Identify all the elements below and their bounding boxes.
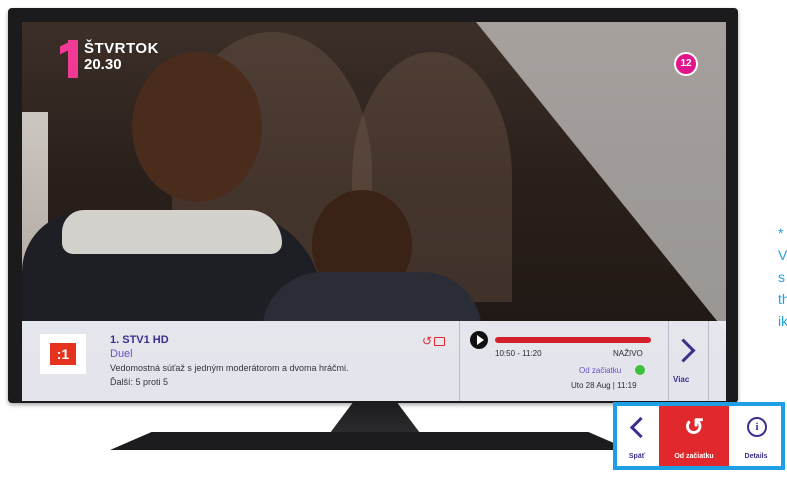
playback-progress-bar[interactable]: [495, 337, 651, 343]
remote-action-panel: Späť ↺ Od začiatku i Details: [613, 402, 785, 470]
divider: [668, 321, 669, 401]
time-range: 10:50 - 11:20: [495, 349, 542, 358]
info-icon: i: [747, 417, 767, 437]
restart-mini-icon: ↺: [422, 334, 433, 348]
side-note-line: s: [778, 269, 785, 285]
details-button[interactable]: i Details: [731, 406, 781, 466]
channel-name: 1. STV1 HD: [110, 334, 169, 346]
side-note-line: ik: [778, 313, 787, 329]
live-label: NAŽIVO: [613, 349, 643, 358]
tv-stand-base: [110, 432, 630, 450]
channel-logo-mark: :1: [50, 343, 76, 365]
side-note-line: th: [778, 291, 787, 307]
tv-screen: ŠTVRTOK 20.30 12 :1 1. STV1 HD Duel Vedo…: [22, 22, 726, 401]
side-note: * V s th ik: [778, 222, 787, 332]
side-note-line: V: [778, 247, 787, 263]
tv-mini-icon: [434, 337, 446, 347]
green-button-icon: [635, 365, 645, 375]
divider: [459, 321, 460, 401]
remote-action-buttons: Späť ↺ Od začiatku i Details: [617, 406, 781, 466]
overlay-day: ŠTVRTOK: [84, 40, 159, 57]
play-icon[interactable]: [470, 331, 488, 349]
status-icons: ↺: [422, 334, 446, 348]
channel-logo: :1: [40, 334, 86, 374]
tv-stand-neck: [330, 403, 420, 433]
back-button-label: Späť: [628, 453, 646, 460]
channel-brand-logo: [60, 40, 82, 80]
restart-label: Od začiatku: [579, 366, 622, 375]
program-title: Duel: [110, 348, 133, 360]
progress-fill: [495, 337, 651, 343]
current-date-time: Uto 28 Aug | 11:19: [571, 381, 637, 390]
back-button[interactable]: Späť: [617, 406, 657, 466]
overlay-time: 20.30: [84, 56, 122, 73]
chevron-left-icon: [629, 416, 652, 439]
side-note-line: *: [778, 225, 784, 241]
details-button-label: Details: [744, 453, 768, 460]
restart-icon: ↺: [683, 414, 705, 441]
age-rating-badge: 12: [674, 52, 698, 76]
more-button-label[interactable]: Viac: [673, 375, 689, 384]
chevron-right-icon[interactable]: [673, 339, 695, 365]
program-description: Vedomostná súťaž s jedným moderátorom a …: [110, 363, 349, 373]
figure-head: [132, 52, 262, 202]
restart-button-label: Od začiatku: [674, 453, 714, 460]
divider: [708, 321, 709, 401]
restart-button[interactable]: ↺ Od začiatku: [659, 406, 729, 466]
next-program: Ďalší: 5 proti 5: [110, 377, 169, 387]
figure-collar: [62, 210, 282, 254]
program-info-bar: :1 1. STV1 HD Duel Vedomostná súťaž s je…: [22, 321, 726, 401]
